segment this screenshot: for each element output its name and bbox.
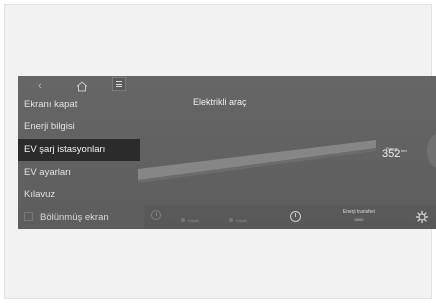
menu-item-screen-off[interactable]: Ekranı kapat [18,94,140,116]
range-unit: km [401,148,407,153]
back-icon[interactable]: ‹ [33,78,47,94]
split-screen-toggle[interactable]: Bölünmüş ekran [18,206,144,229]
range-readout: 352km [382,148,407,160]
home-icon[interactable] [73,78,91,94]
infotainment-screen: ‹ Ekranı kapat Enerji bilgisi EV şarj is… [18,76,436,229]
menu-item-energy-info[interactable]: Enerji bilgisi [18,116,140,138]
bottom-bar: Kapalı Kapalı Enerji transferi 0000 [144,206,436,229]
split-screen-label: Bölünmüş ekran [40,212,109,223]
menu-item-ev-charging-stations[interactable]: EV şarj istasyonları [18,139,140,161]
range-value: 352 [382,148,401,160]
status-dot [229,218,233,222]
item2-label: Kapalı [236,218,248,223]
split-screen-checkbox[interactable] [24,212,33,221]
menu-item-ev-settings[interactable]: EV ayarları [18,162,140,184]
page-title: Elektrikli araç [193,97,247,107]
item1-label: Kapalı [188,218,200,223]
energy-transfer-button[interactable]: Enerji transferi 0000 [329,209,389,223]
timer-icon[interactable] [290,211,301,222]
status-dot [181,218,185,222]
menu-icon[interactable] [112,77,126,91]
clock-icon[interactable] [151,210,161,220]
energy-transfer-value: 0000 [354,217,364,222]
energy-transfer-label: Enerji transferi [342,209,376,215]
gear-icon[interactable] [412,207,432,227]
menu-item-manual[interactable]: Kılavuz [18,184,140,206]
